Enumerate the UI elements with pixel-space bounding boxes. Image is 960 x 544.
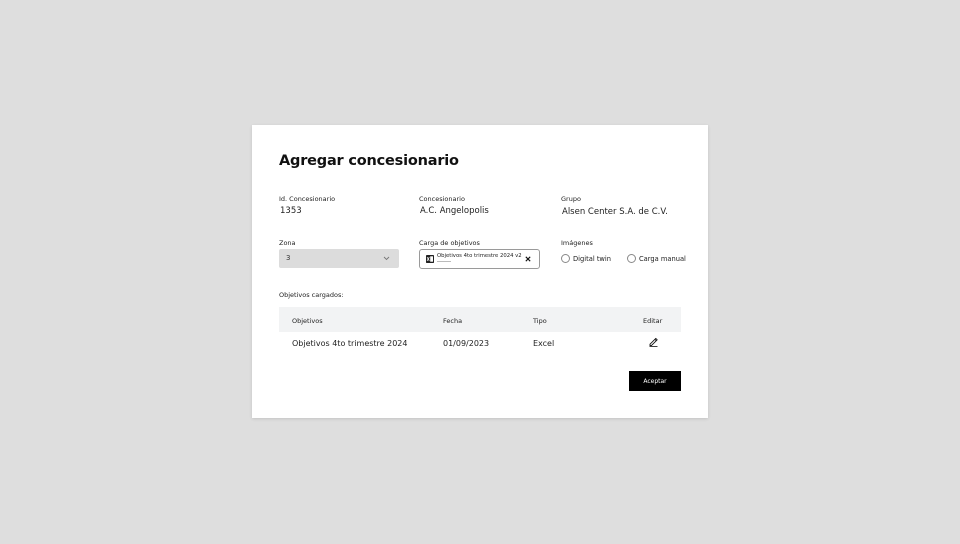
zone-label: Zona [279,239,296,247]
column-header-type: Tipo [533,317,547,325]
dealer-id-value: 1353 [280,206,302,216]
pencil-icon[interactable] [648,336,659,347]
uploaded-objectives-caption: Objetivos cargados: [279,291,344,299]
radio-manual-upload-label: Carga manual [639,255,686,263]
dealer-id-label: Id. Concesionario [279,195,336,203]
column-header-objectives: Objetivos [292,317,323,325]
uploaded-file-chip: Objetivos 4to trimestre 2024 v2 [419,249,540,269]
zone-select[interactable]: 3 [279,249,399,268]
chevron-down-icon [383,256,390,261]
dealer-name-value: A.C. Angelopolis [420,206,489,216]
images-label: Imágenes [561,239,593,247]
radio-digital-twin[interactable] [561,254,570,263]
zone-select-value: 3 [286,254,291,262]
column-header-date: Fecha [443,317,463,325]
row-date: 01/09/2023 [443,339,490,348]
radio-manual-upload[interactable] [627,254,636,263]
row-objective: Objetivos 4to trimestre 2024 [292,339,408,348]
uploaded-file-name: Objetivos 4to trimestre 2024 v2 [437,253,522,259]
column-header-edit: Editar [643,317,663,325]
row-type: Excel [533,339,555,348]
radio-digital-twin-label: Digital twin [573,255,612,263]
group-label: Grupo [561,195,581,203]
dialog-title: Agregar concesionario [279,153,459,169]
table-header: Objetivos Fecha Tipo Editar [279,307,681,332]
group-value: Alsen Center S.A. de C.V. [562,207,668,217]
dealer-name-label: Concesionario [419,195,465,203]
accept-button[interactable]: Aceptar [629,371,681,391]
file-progress-line [437,261,451,262]
excel-file-icon [426,255,434,263]
objectives-upload-label: Carga de objetivos [419,239,480,247]
close-icon[interactable] [524,255,532,263]
add-dealer-dialog: Agregar concesionario Id. Concesionario … [252,125,708,418]
